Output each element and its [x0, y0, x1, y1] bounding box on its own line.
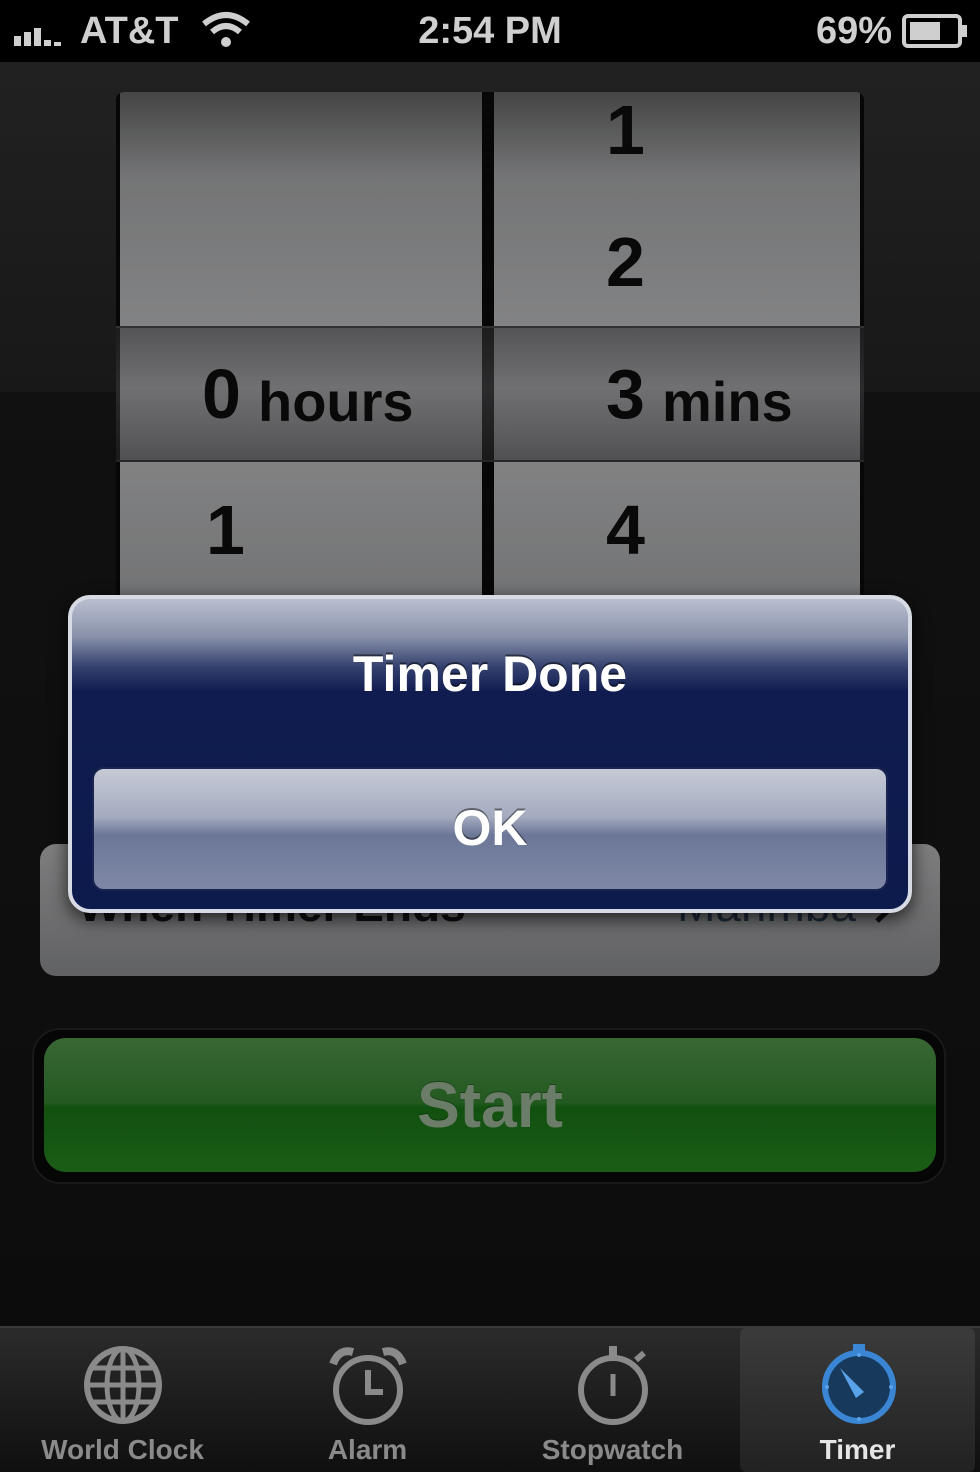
- tab-label: Stopwatch: [541, 1434, 684, 1465]
- alarm-clock-icon: [329, 1347, 407, 1425]
- tab-label: Timer: [819, 1434, 896, 1465]
- tab-stopwatch[interactable]: Stopwatch: [490, 1328, 735, 1472]
- tab-label: Alarm: [327, 1434, 408, 1465]
- battery-icon: [902, 14, 967, 48]
- stopwatch-icon: [578, 1346, 648, 1425]
- globe-icon: [84, 1346, 162, 1424]
- timer-icon: [822, 1344, 896, 1424]
- alert-title: Timer Done: [352, 646, 628, 702]
- timer-done-alert: Timer Done OK: [68, 595, 912, 913]
- battery-percent: 69%: [815, 10, 892, 52]
- status-bar: AT&T 2:54 PM 69%: [0, 0, 980, 62]
- tab-timer[interactable]: Timer: [740, 1328, 975, 1472]
- tab-label: World Clock: [41, 1434, 204, 1465]
- ok-button[interactable]: OK: [92, 767, 888, 891]
- tab-world-clock[interactable]: World Clock: [0, 1328, 245, 1472]
- tab-alarm[interactable]: Alarm: [245, 1328, 490, 1472]
- tab-bar: World Clock Alarm Stopwatch Timer: [0, 1326, 980, 1472]
